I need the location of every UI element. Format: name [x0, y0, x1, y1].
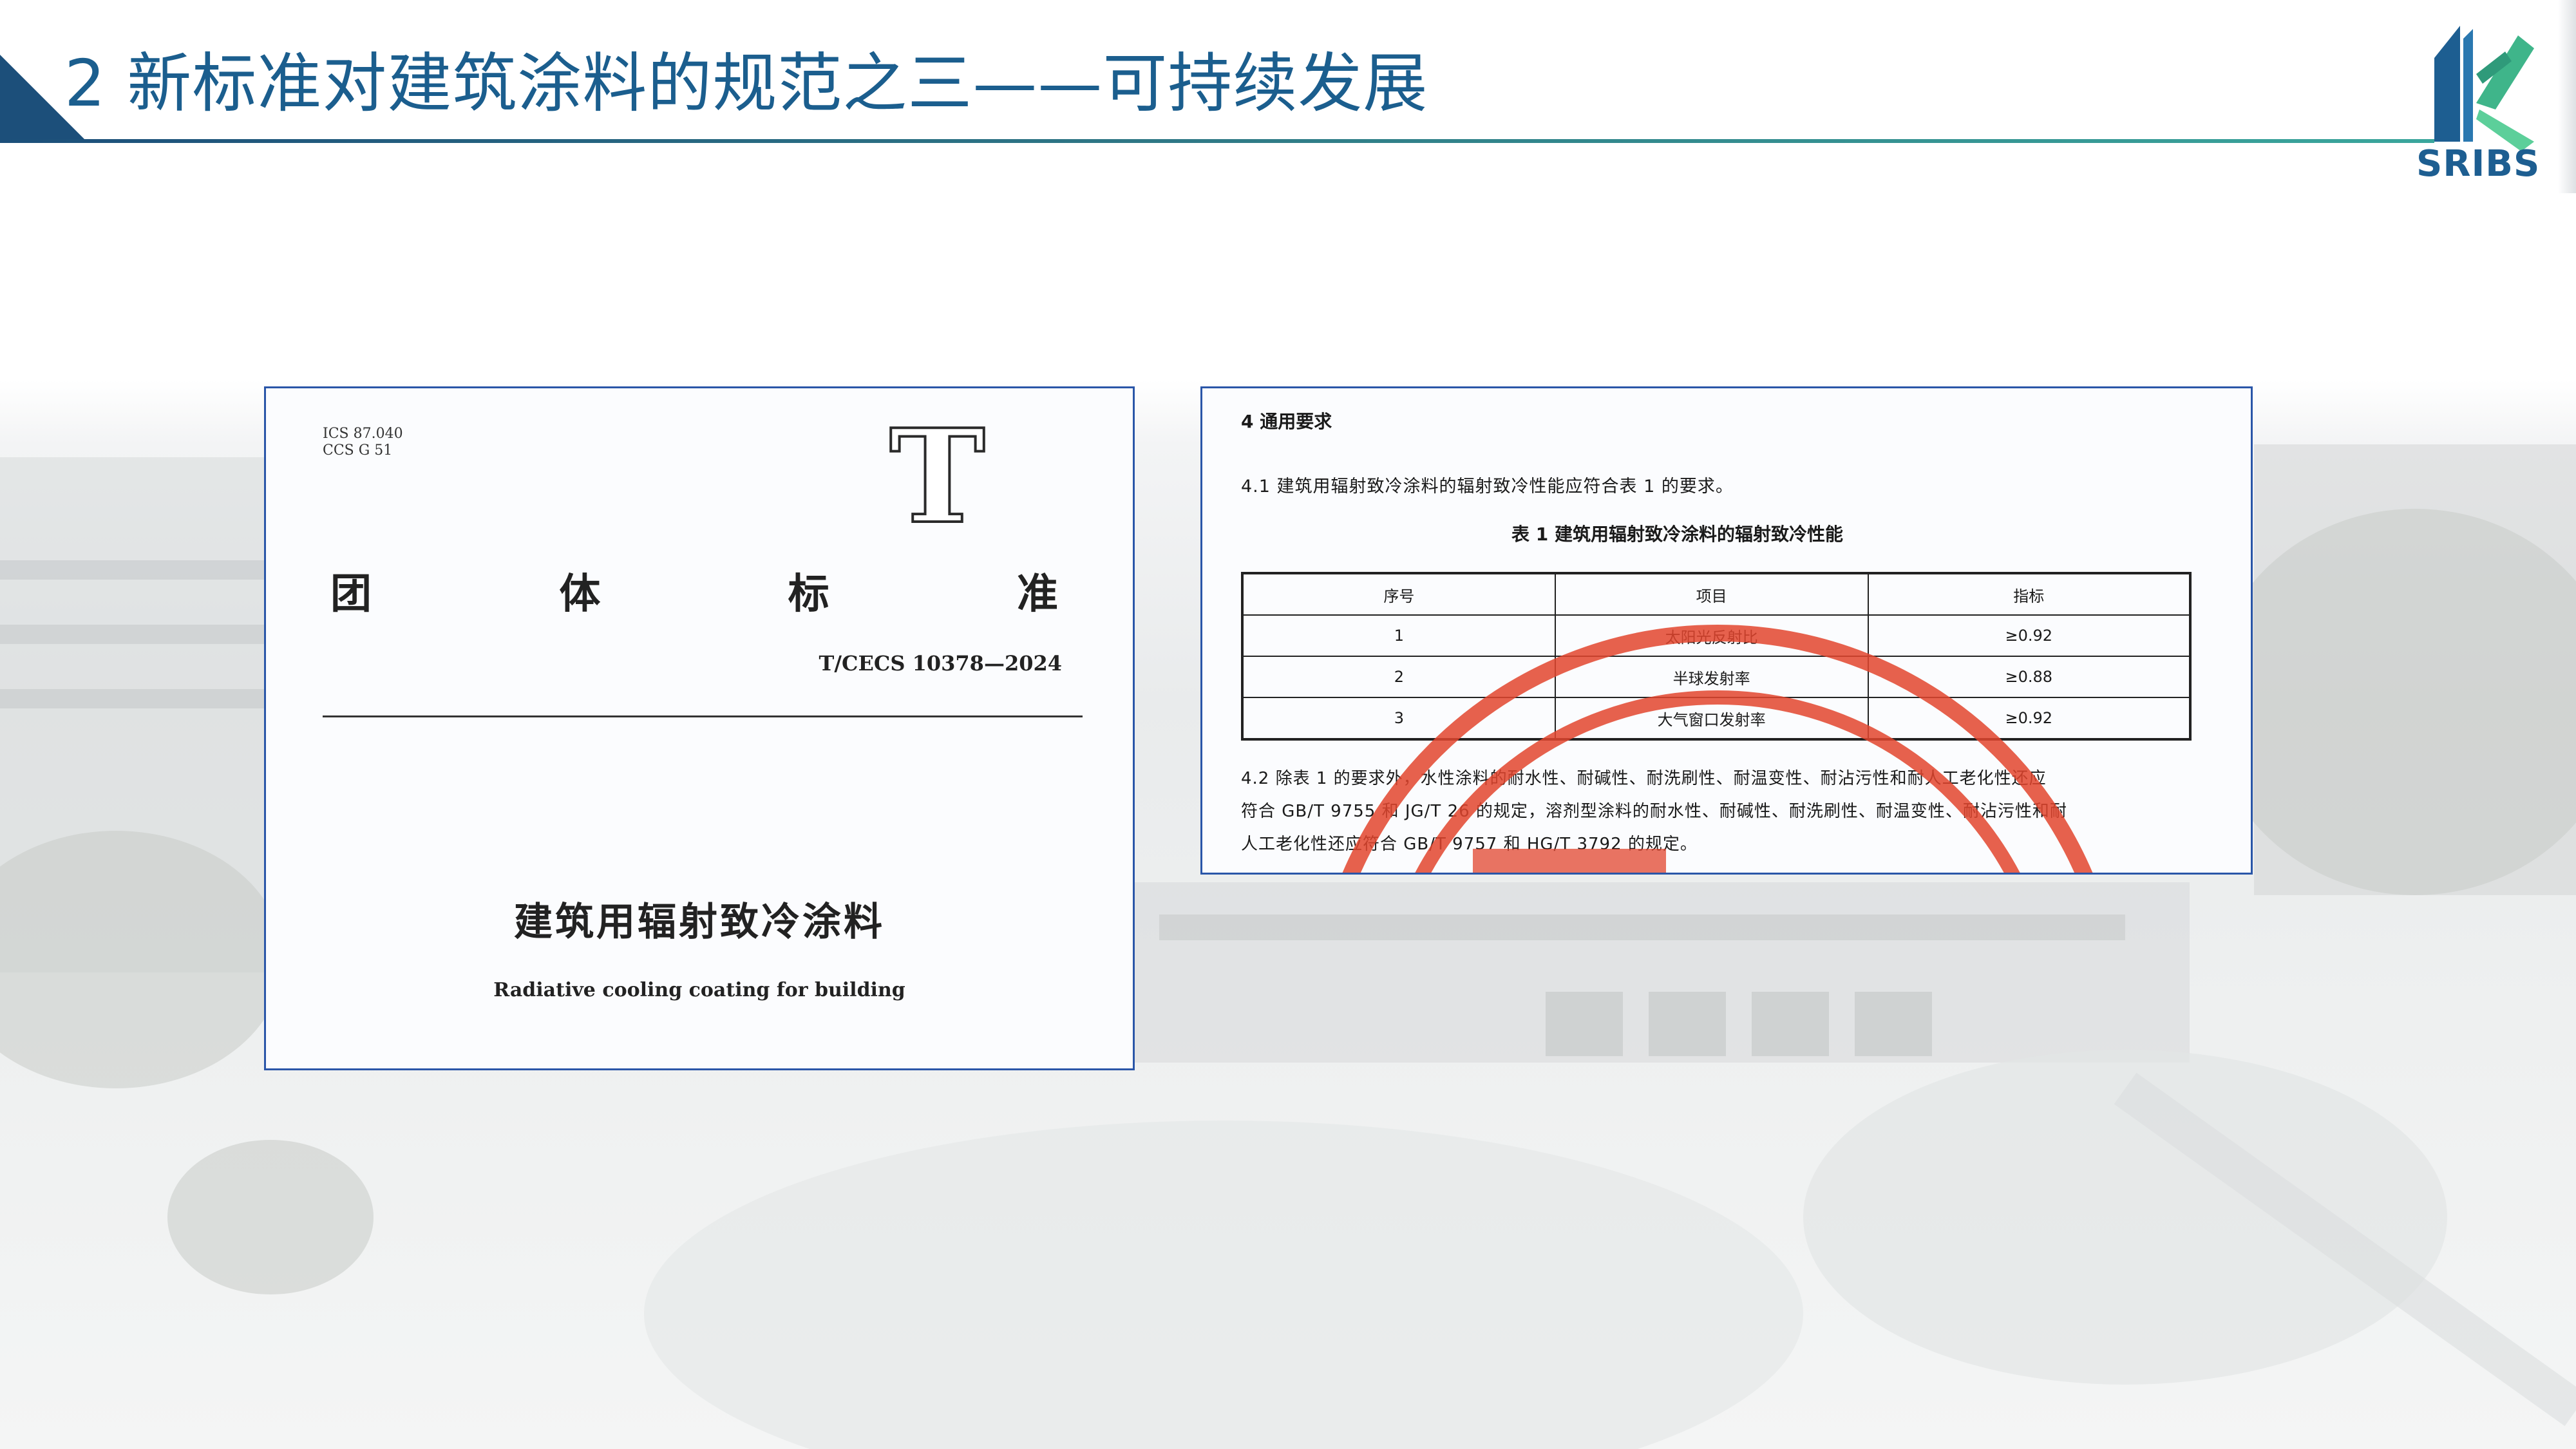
- standard-type-char: 标: [788, 570, 829, 618]
- title-underline: [0, 139, 2434, 143]
- page-title: 2 新标准对建筑涂料的规范之三——可持续发展: [64, 46, 1428, 121]
- logo-text: SRIBS: [2416, 143, 2541, 185]
- standard-title-cn: 建筑用辐射致冷涂料: [514, 900, 885, 945]
- red-seal-stamp: [1342, 625, 2093, 873]
- standard-type-char: 体: [559, 570, 601, 618]
- cover-divider: [323, 715, 1083, 717]
- standard-type-char: 准: [1016, 570, 1058, 618]
- standard-requirements-image: 4 通用要求 4.1 建筑用辐射致冷涂料的辐射致冷性能应符合表 1 的要求。 表…: [1200, 386, 2253, 875]
- category-letter: T: [888, 401, 987, 553]
- ccs-code: CCS G 51: [323, 442, 393, 459]
- standard-number: T/CECS 10378—2024: [819, 651, 1062, 676]
- ics-code: ICS 87.040: [323, 426, 403, 442]
- standard-cover-image: ICS 87.040 CCS G 51 T 团 体 标 准 T/CECS 103…: [264, 386, 1135, 1070]
- standard-type-heading: 团 体 标 准: [330, 561, 1058, 620]
- standard-title-en: Radiative cooling coating for building: [493, 979, 905, 1001]
- standard-type-char: 团: [330, 570, 372, 618]
- classification-codes: ICS 87.040 CCS G 51: [323, 426, 403, 459]
- edge-shadow: [2558, 0, 2576, 193]
